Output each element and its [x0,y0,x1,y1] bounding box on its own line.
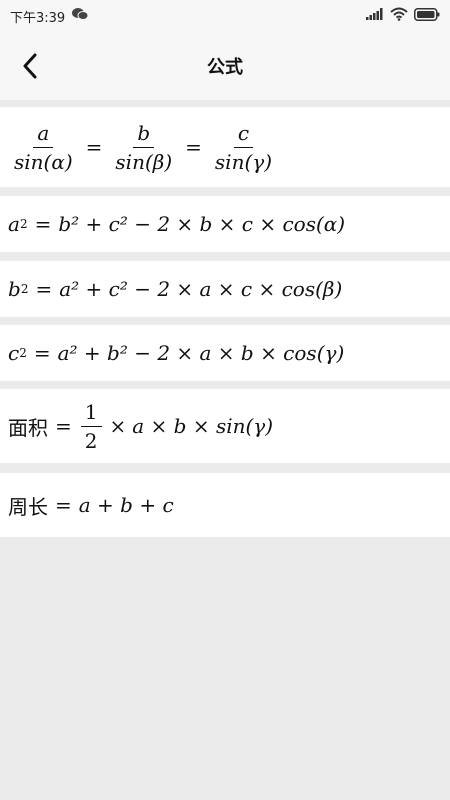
equals-sign: = [35,277,53,301]
equals-sign: = [33,341,51,365]
back-button[interactable] [12,48,48,84]
status-bar: 下午3:39 [0,0,450,32]
status-time: 下午3:39 [10,10,66,26]
equals-sign: = [55,414,72,438]
wechat-icon [71,7,89,25]
title-bar: 公式 [0,32,450,100]
formula-rhs: a + b + c [78,493,174,517]
formula-cosine-a: a2 = b² + c² − 2 × b × c × cos(α) [0,196,450,252]
screen: 下午3:39 公式 a sin(α) = b sin(β) = c sin(γ)… [0,0,450,800]
formula-rhs: a² + c² − 2 × a × c × cos(β) [59,277,343,301]
formula-cosine-c: c2 = a² + b² − 2 × a × b × cos(γ) [0,325,450,381]
status-right [366,7,440,25]
fraction-numerator: c [233,121,254,148]
fraction-half: 1 2 [80,400,102,453]
fraction-numerator: a [33,121,54,148]
battery-icon [414,7,440,25]
signal-icon [366,8,384,24]
formula-rhs: a × b × sin(γ) [132,414,274,438]
fraction-a: a sin(α) [10,121,77,174]
formula-lhs: c [8,341,20,365]
exponent: 2 [20,282,29,296]
fraction-denominator: sin(γ) [214,149,273,174]
exponent: 2 [19,217,28,231]
chevron-left-icon [23,53,37,79]
exponent: 2 [19,346,27,360]
formula-lhs: a [8,212,20,236]
equals-sign: = [85,135,103,159]
fraction-denominator: sin(α) [14,149,73,174]
formula-area: 面积 = 1 2 × a × b × sin(γ) [0,389,450,463]
status-left: 下午3:39 [10,7,89,26]
times-sign: × [109,414,127,438]
fraction-denominator: sin(β) [115,149,173,174]
fraction-denominator: 2 [84,428,98,453]
formula-rhs: a² + b² − 2 × a × b × cos(γ) [57,341,345,365]
equals-sign: = [185,135,202,159]
perimeter-label: 周长 [8,494,48,519]
area-label: 面积 [8,415,48,440]
fraction-c: c sin(γ) [211,121,276,174]
wifi-icon [390,7,408,25]
fraction-b: b sin(β) [111,121,176,174]
page-title: 公式 [207,57,243,78]
equals-sign: = [55,493,72,517]
formula-cosine-b: b2 = a² + c² − 2 × a × c × cos(β) [0,261,450,317]
formula-rhs: b² + c² − 2 × b × c × cos(α) [58,212,346,236]
equals-sign: = [34,212,52,236]
formula-perimeter: 周长 = a + b + c [0,473,450,537]
formula-law-of-sines: a sin(α) = b sin(β) = c sin(γ) [0,107,450,187]
formula-lhs: b [8,277,21,301]
fraction-numerator: 1 [80,400,102,427]
fraction-numerator: b [133,121,155,148]
